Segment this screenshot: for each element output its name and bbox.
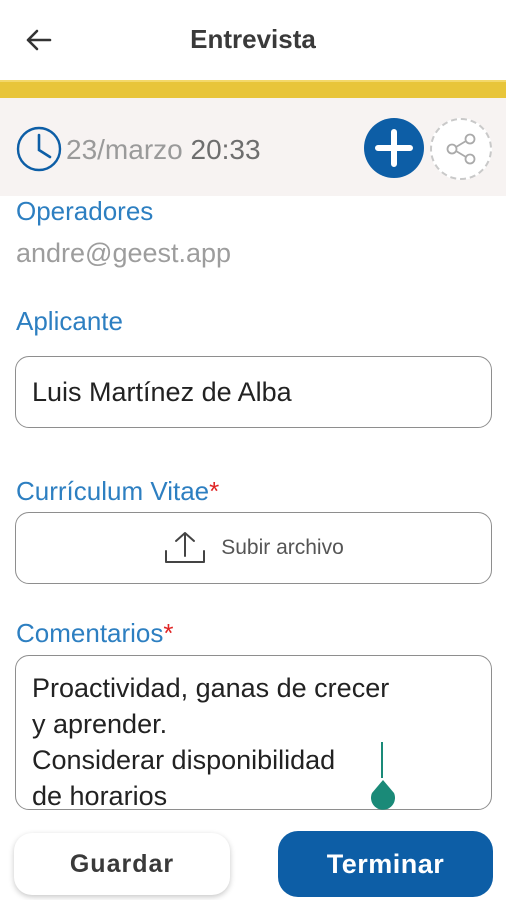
comments-textarea[interactable]: Proactividad, ganas de crecer y aprender… (15, 655, 492, 810)
caret-handle[interactable] (370, 780, 396, 810)
applicant-field[interactable] (15, 356, 492, 428)
header-accent-band (0, 80, 506, 98)
plus-icon (375, 129, 413, 167)
datetime-display: 23/marzo 20:33 (66, 134, 261, 166)
upload-button-label: Subir archivo (221, 536, 344, 559)
share-icon (446, 133, 476, 165)
required-mark: * (163, 618, 174, 648)
time-value: 20:33 (190, 134, 261, 165)
clock-icon (16, 126, 62, 172)
upload-icon (165, 532, 206, 563)
page-title: Entrevista (190, 24, 316, 54)
share-button[interactable] (430, 118, 492, 180)
cv-label-text: Currículum Vitae (16, 476, 210, 506)
add-button[interactable] (364, 118, 424, 178)
operators-value: andre@geest.app (16, 238, 232, 268)
comments-label: Comentarios* (16, 618, 174, 649)
operators-label: Operadores (16, 196, 154, 226)
cv-label: Currículum Vitae* (16, 476, 219, 507)
comments-label-text: Comentarios (16, 618, 164, 648)
date-value: 23/marzo (66, 134, 183, 165)
text-caret (381, 742, 383, 778)
required-mark: * (209, 476, 220, 506)
upload-file-button[interactable]: Subir archivo (15, 512, 492, 584)
applicant-input[interactable] (16, 357, 491, 427)
save-button[interactable]: Guardar (14, 833, 230, 895)
finish-button[interactable]: Terminar (278, 831, 493, 897)
app-bar: Entrevista (0, 0, 506, 80)
comments-text: Proactividad, ganas de crecer y aprender… (32, 673, 390, 810)
applicant-label: Aplicante (16, 306, 123, 336)
